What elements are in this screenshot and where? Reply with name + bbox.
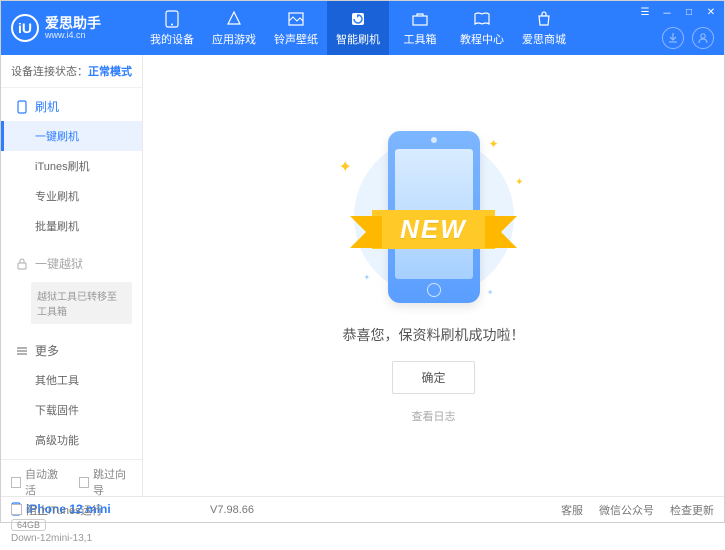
block-itunes-checkbox[interactable]: [11, 504, 22, 515]
close-icon[interactable]: ✕: [704, 5, 718, 19]
confirm-button[interactable]: 确定: [392, 361, 474, 394]
lock-icon: [15, 257, 29, 271]
storage-badge: 64GB: [11, 519, 46, 531]
sidebar-section-jailbreak[interactable]: 一键越狱: [1, 249, 142, 278]
sidebar: 设备连接状态：正常模式 刷机 一键刷机 iTunes刷机 专业刷机 批量刷机 一…: [1, 55, 143, 496]
block-itunes-label: 阻止iTunes运行: [26, 502, 103, 518]
main-nav: 我的设备 应用游戏 铃声壁纸 智能刷机 工具箱 教程中心 爱思商城: [141, 1, 575, 55]
apps-icon: [225, 10, 243, 28]
wechat-link[interactable]: 微信公众号: [599, 502, 654, 518]
star-icon: ✦: [515, 177, 523, 188]
nav-apps[interactable]: 应用游戏: [203, 1, 265, 55]
star-icon: ✦: [487, 288, 494, 297]
refresh-icon: [349, 10, 367, 28]
maximize-icon[interactable]: □: [682, 5, 696, 19]
main-content: NEW ✦ ✦ ✦ ✦ ✦ 恭喜您，保资料刷机成功啦！ 确定 查看日志: [143, 55, 724, 496]
auto-activate-label: 自动激活: [25, 466, 64, 498]
book-icon: [473, 10, 491, 28]
support-link[interactable]: 客服: [561, 502, 583, 518]
status-label: 设备连接状态：: [11, 66, 88, 78]
success-illustration: NEW ✦ ✦ ✦ ✦ ✦: [339, 127, 529, 307]
sidebar-section-flash[interactable]: 刷机: [1, 92, 142, 121]
version-label: V7.98.66: [210, 504, 254, 516]
nav-label: 我的设备: [150, 31, 194, 47]
section-label: 刷机: [35, 98, 59, 115]
success-message: 恭喜您，保资料刷机成功啦！: [343, 325, 525, 345]
nav-tutorials[interactable]: 教程中心: [451, 1, 513, 55]
more-icon: [15, 344, 29, 358]
nav-label: 铃声壁纸: [274, 31, 318, 47]
nav-label: 应用游戏: [212, 31, 256, 47]
logo-icon: iU: [11, 14, 39, 42]
skip-guide-label: 跳过向导: [93, 466, 132, 498]
download-button[interactable]: [662, 27, 684, 49]
section-label: 更多: [35, 342, 59, 359]
nav-label: 工具箱: [404, 31, 437, 47]
brand-title: 爱思助手: [45, 16, 101, 30]
sidebar-item-advanced[interactable]: 高级功能: [1, 425, 142, 455]
star-icon: ✦: [339, 157, 352, 177]
nav-devices[interactable]: 我的设备: [141, 1, 203, 55]
sidebar-item-batch[interactable]: 批量刷机: [1, 211, 142, 241]
connection-status: 设备连接状态：正常模式: [1, 55, 142, 88]
nav-label: 智能刷机: [336, 31, 380, 47]
skip-guide-checkbox[interactable]: [79, 477, 89, 488]
auto-activate-checkbox[interactable]: [11, 477, 21, 488]
star-icon: ✦: [488, 137, 498, 151]
status-mode: 正常模式: [88, 66, 132, 78]
logo-area: iU 爱思助手 www.i4.cn: [1, 14, 141, 42]
nav-ringtones[interactable]: 铃声壁纸: [265, 1, 327, 55]
menu-icon[interactable]: ☰: [638, 5, 652, 19]
user-button[interactable]: [692, 27, 714, 49]
phone-icon: [163, 10, 181, 28]
sidebar-section-more[interactable]: 更多: [1, 336, 142, 365]
sidebar-item-download[interactable]: 下载固件: [1, 395, 142, 425]
sidebar-item-pro[interactable]: 专业刷机: [1, 181, 142, 211]
wallpaper-icon: [287, 10, 305, 28]
sidebar-item-oneclick[interactable]: 一键刷机: [1, 121, 142, 151]
nav-store[interactable]: 爱思商城: [513, 1, 575, 55]
flash-section-icon: [15, 100, 29, 114]
sidebar-item-other[interactable]: 其他工具: [1, 365, 142, 395]
view-log-link[interactable]: 查看日志: [412, 408, 456, 424]
store-icon: [535, 10, 553, 28]
nav-label: 爱思商城: [522, 31, 566, 47]
jailbreak-note: 越狱工具已转移至工具箱: [31, 282, 132, 324]
nav-label: 教程中心: [460, 31, 504, 47]
app-header: iU 爱思助手 www.i4.cn 我的设备 应用游戏 铃声壁纸 智能刷机 工具…: [1, 1, 724, 55]
minimize-icon[interactable]: －: [660, 5, 674, 19]
section-label: 一键越狱: [35, 255, 83, 272]
firmware-label: Down-12mini-13,1: [11, 533, 132, 544]
nav-flash[interactable]: 智能刷机: [327, 1, 389, 55]
sidebar-item-itunes[interactable]: iTunes刷机: [1, 151, 142, 181]
brand-url: www.i4.cn: [45, 30, 101, 41]
new-ribbon: NEW: [372, 210, 495, 249]
nav-toolbox[interactable]: 工具箱: [389, 1, 451, 55]
toolbox-icon: [411, 10, 429, 28]
check-update-link[interactable]: 检查更新: [670, 502, 714, 518]
star-icon: ✦: [364, 273, 371, 282]
window-controls: ☰ － □ ✕: [638, 5, 718, 19]
